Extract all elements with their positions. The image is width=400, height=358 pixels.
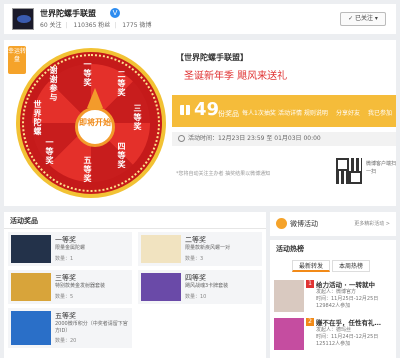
- lucky-wheel-tag: 幸运转盘: [8, 46, 26, 74]
- prize-desc: 限量金属陀螺: [55, 245, 86, 251]
- weibo-event-label: 微博活动: [290, 220, 318, 228]
- prize-image: [11, 273, 51, 301]
- wheel-pointer: [87, 88, 103, 108]
- more-events-link[interactable]: 更多精彩活动 >: [354, 220, 390, 227]
- wheel-segment: 三等奖: [133, 104, 142, 131]
- hot-event-host: 发起人：微博官方: [316, 289, 357, 295]
- event-note: *您将自动关注主办者 抽奖结果以微博通知: [176, 171, 271, 177]
- prize-card[interactable]: 三等奖 特别款黄金发射器套装 数量：5: [8, 270, 132, 304]
- followers-count[interactable]: 110365 粉丝: [74, 22, 111, 29]
- prize-name: 三等奖: [55, 274, 76, 282]
- rank-badge: 2: [306, 318, 314, 326]
- hot-event-host: 发起人：德玛丝: [316, 327, 352, 333]
- hot-events-panel: 活动热榜 最新转发 本周热榜 1 给力活动 · 一转就中 发起人：微博官方 时间…: [270, 240, 396, 358]
- prize-image: [11, 311, 51, 345]
- prize-name: 二等奖: [185, 236, 206, 244]
- event-subtitle: 圣诞新年季 飓风来送礼: [184, 71, 288, 82]
- prize-unit: 份奖品: [218, 110, 239, 118]
- prize-card[interactable]: 一等奖 限量金属陀螺 数量：1: [8, 232, 132, 266]
- hot-event-count: 125112人参加: [316, 341, 351, 347]
- qr-code: [336, 158, 362, 184]
- hot-event-meta: 发起人：德玛丝 时间：11月24日-12月25日 125112人参加: [316, 327, 378, 348]
- wheel-segment: 一等奖: [45, 138, 54, 165]
- wheel-segment: 四等奖: [117, 142, 126, 169]
- gift-icon: [180, 105, 190, 115]
- posts-count[interactable]: 1775 微博: [122, 22, 151, 29]
- weibo-events-box[interactable]: 微博活动 更多精彩活动 >: [270, 212, 396, 236]
- wheel-segment: 一等奖: [83, 60, 92, 87]
- prize-total: 49: [194, 99, 220, 120]
- lottery-panel: 一等奖 二等奖 三等奖 四等奖 五等奖 一等奖 世界陀螺 谢谢参与 即将开始 幸…: [4, 40, 396, 206]
- share-link[interactable]: 分享好友: [336, 108, 360, 117]
- following-count[interactable]: 60 关注: [40, 22, 62, 29]
- wheel-segment: 世界陀螺: [33, 100, 42, 136]
- joined-link[interactable]: 我已参加: [368, 108, 392, 117]
- rules-link[interactable]: 活动详情 规则说明: [278, 108, 328, 117]
- hot-events-title: 活动热榜: [276, 245, 304, 253]
- wheel-segment: 五等奖: [83, 156, 92, 183]
- divider: [4, 228, 266, 229]
- hot-event-time: 时间：11月24日-12月25日: [316, 334, 379, 340]
- prize-desc: 限量款新疾风螺一对: [185, 245, 231, 251]
- profile-header: 世界陀螺手联盟 V 60 关注 | 110365 粉丝 | 1775 微博 ✓ 已关…: [4, 4, 396, 34]
- verified-icon: V: [110, 8, 120, 18]
- weibo-event-icon: [276, 218, 287, 229]
- wheel-start-button[interactable]: 即将开始: [75, 107, 115, 147]
- prize-name: 四等奖: [185, 274, 206, 282]
- event-time: 活动时间：12月23日 23:59 至 01月03日 00:00: [172, 132, 396, 146]
- follow-button[interactable]: ✓ 已关注 ▾: [340, 12, 386, 26]
- prize-list-title: 活动奖品: [10, 217, 38, 225]
- qr-label: 微博客户端扫一扫: [366, 161, 397, 175]
- prize-count: 数量：3: [185, 256, 204, 262]
- prize-desc: 飓风战魂3卡牌套装: [185, 283, 229, 289]
- prize-name: 一等奖: [55, 236, 76, 244]
- prize-name: 五等奖: [55, 312, 76, 320]
- hot-event-title: 赚不在乎，任性有礼…: [316, 319, 381, 327]
- account-name[interactable]: 世界陀螺手联盟: [40, 8, 96, 19]
- tab-weekly[interactable]: 本周热榜: [332, 260, 370, 272]
- account-stats: 60 关注 | 110365 粉丝 | 1775 微博: [40, 22, 152, 29]
- prize-card[interactable]: 四等奖 飓风战魂3卡牌套装 数量：10: [138, 270, 262, 304]
- prize-bar: 49 份奖品 每人1次抽奖 活动详情 规则说明 分享好友 我已参加: [172, 95, 396, 127]
- draw-limit: 每人1次抽奖: [242, 110, 276, 117]
- event-thumbnail: [274, 280, 304, 312]
- clock-icon: [178, 135, 185, 142]
- prize-desc: 特别款黄金发射器套装: [55, 283, 106, 289]
- hot-event-item[interactable]: 1 给力活动 · 一转就中 发起人：微博官方 时间：11月25日-12月25日 …: [274, 278, 392, 314]
- event-title: 【世界陀螺手联盟】: [176, 53, 248, 62]
- prize-count: 数量：1: [55, 256, 74, 262]
- prize-list-panel: 活动奖品 一等奖 限量金属陀螺 数量：1 二等奖 限量款新疾风螺一对 数量：3 …: [4, 212, 266, 358]
- wheel-segment: 谢谢参与: [49, 66, 58, 102]
- prize-card[interactable]: 五等奖 2000微币积分（中奖者请留下官方ID） 数量：20: [8, 308, 132, 348]
- hot-event-item[interactable]: 2 赚不在乎，任性有礼… 发起人：德玛丝 时间：11月24日-12月25日 12…: [274, 316, 392, 352]
- rank-badge: 1: [306, 280, 314, 288]
- prize-count: 数量：10: [185, 294, 207, 300]
- prize-wheel: 一等奖 二等奖 三等奖 四等奖 五等奖 一等奖 世界陀螺 谢谢参与 即将开始: [16, 48, 166, 198]
- avatar[interactable]: [12, 8, 34, 30]
- prize-desc: 2000微币积分（中奖者请留下官方ID）: [55, 321, 128, 334]
- prize-count: 数量：20: [55, 338, 77, 344]
- prize-image: [11, 235, 51, 263]
- prize-count: 数量：5: [55, 294, 74, 300]
- event-thumbnail: [274, 318, 304, 350]
- hot-event-time: 时间：11月25日-12月25日: [316, 296, 379, 302]
- hot-event-meta: 发起人：微博官方 时间：11月25日-12月25日 129842人参加: [316, 289, 378, 310]
- hot-event-title: 给力活动 · 一转就中: [316, 281, 375, 289]
- prize-image: [141, 235, 181, 263]
- prize-image: [141, 273, 181, 301]
- wheel-segment: 二等奖: [117, 70, 126, 97]
- tab-latest[interactable]: 最新转发: [292, 260, 330, 272]
- prize-card[interactable]: 二等奖 限量款新疾风螺一对 数量：3: [138, 232, 262, 266]
- hot-event-count: 129842人参加: [316, 303, 351, 309]
